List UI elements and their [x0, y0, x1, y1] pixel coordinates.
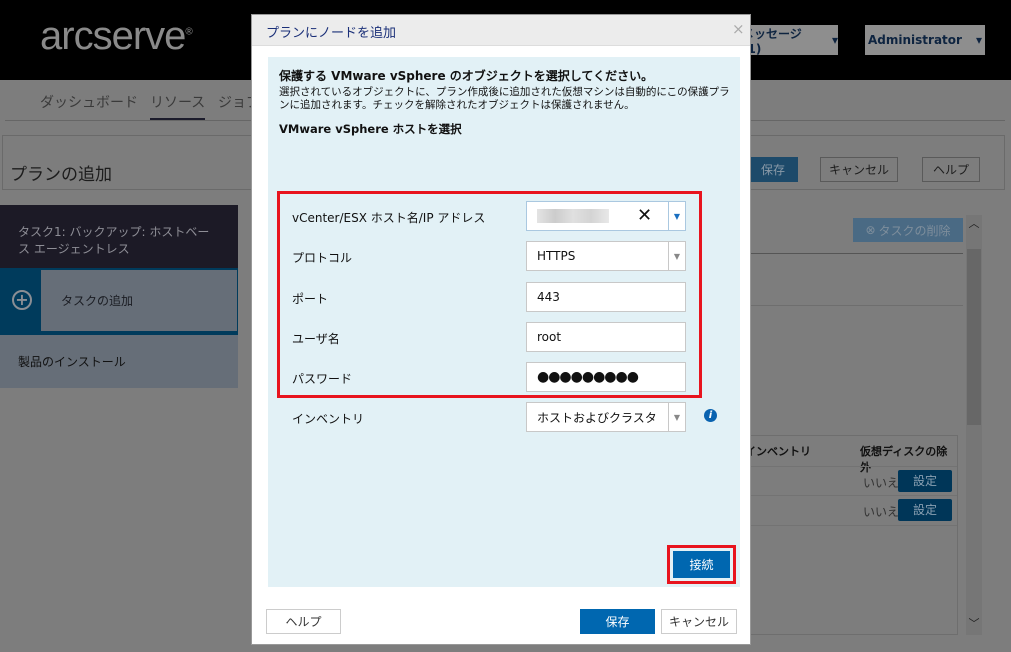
redacted-host	[537, 209, 609, 223]
dialog-save-button[interactable]: 保存	[580, 609, 655, 634]
close-circle-icon: ⊗	[865, 223, 876, 237]
add-task-label: タスクの追加	[41, 270, 237, 331]
delete-task-label: タスクの削除	[878, 223, 951, 238]
arcserve-logo: arcserve®	[40, 14, 193, 58]
settings-button[interactable]: 設定	[898, 470, 952, 492]
table-row: いいえ 設定	[745, 466, 957, 496]
port-label: ポート	[292, 292, 329, 306]
tab-dashboard[interactable]: ダッシュボード	[40, 92, 138, 112]
caret-down-icon: ▾	[975, 33, 982, 47]
caret-down-icon: ▾	[831, 33, 838, 47]
dialog-title-bar: プランにノードを追加 ×	[252, 15, 750, 46]
messages-button[interactable]: メッセージ (1) ▾	[742, 25, 838, 56]
clear-icon[interactable]: ✕	[637, 205, 652, 226]
settings-button[interactable]: 設定	[898, 499, 952, 521]
exclude-value: いいえ	[863, 476, 900, 490]
dialog-description: 選択されているオブジェクトに、プラン作成後に追加された仮想マシンは自動的にこの保…	[279, 86, 730, 111]
save-button[interactable]: 保存	[748, 157, 798, 182]
tab-resources[interactable]: リソース	[150, 92, 206, 121]
col-inventory: インベントリ	[745, 445, 811, 458]
sidebar-item-install[interactable]: 製品のインストール	[0, 335, 238, 388]
logo-text: arcserve	[40, 14, 186, 58]
close-icon[interactable]: ×	[732, 20, 745, 38]
inventory-select[interactable]: ホストおよびクラスタ ▼	[526, 402, 686, 432]
chevron-down-icon[interactable]: ▼	[668, 242, 685, 270]
delete-task-button[interactable]: ⊗ タスクの削除	[853, 218, 963, 242]
dialog-help-button[interactable]: ヘルプ	[266, 609, 341, 634]
host-combobox[interactable]: ✕ ▼	[526, 201, 686, 231]
port-input[interactable]: 443	[526, 282, 686, 312]
protocol-value: HTTPS	[537, 249, 576, 263]
inventory-value: ホストおよびクラスタ	[537, 410, 657, 425]
chevron-down-icon[interactable]: ▼	[668, 403, 685, 431]
dialog-cancel-button[interactable]: キャンセル	[661, 609, 737, 634]
user-label: Administrator	[868, 33, 962, 47]
messages-label: メッセージ (1)	[742, 26, 802, 56]
connect-button[interactable]: 接続	[673, 551, 730, 578]
exclude-value: いいえ	[863, 505, 900, 519]
dialog-title: プランにノードを追加	[266, 26, 397, 41]
help-button[interactable]: ヘルプ	[922, 157, 980, 182]
password-input[interactable]: ●●●●●●●●●	[526, 362, 686, 392]
protocol-label: プロトコル	[292, 251, 353, 265]
host-label: vCenter/ESX ホスト名/IP アドレス	[292, 211, 486, 225]
node-table: インベントリ 仮想ディスクの除外 いいえ 設定 いいえ 設定	[745, 435, 958, 635]
password-label: パスワード	[292, 372, 353, 386]
scrollbar-thumb[interactable]	[967, 249, 981, 425]
table-row: いいえ 設定	[745, 496, 957, 526]
cancel-button[interactable]: キャンセル	[820, 157, 898, 182]
plus-circle-icon: +	[12, 290, 32, 310]
vertical-scrollbar[interactable]: ︿ ﹀	[966, 215, 982, 635]
info-icon[interactable]: i	[704, 409, 717, 422]
user-menu-button[interactable]: Administrator ▾	[865, 25, 985, 55]
page-title: プランの追加	[10, 165, 112, 185]
username-input[interactable]: root	[526, 322, 686, 352]
dialog-subheading: VMware vSphere ホストを選択	[279, 122, 462, 136]
dialog-heading: 保護する VMware vSphere のオブジェクトを選択してください。	[279, 69, 654, 83]
task1-label: タスク1: バックアップ: ホストベース エージェントレス	[18, 225, 210, 256]
sidebar-item-add-task[interactable]: + タスクの追加	[0, 268, 238, 335]
chevron-down-icon[interactable]: ▼	[668, 202, 685, 230]
inventory-label: インベントリ	[292, 412, 365, 426]
protocol-select[interactable]: HTTPS ▼	[526, 241, 686, 271]
username-label: ユーザ名	[292, 332, 340, 346]
sidebar-item-task1[interactable]: タスク1: バックアップ: ホストベース エージェントレス	[0, 205, 238, 268]
